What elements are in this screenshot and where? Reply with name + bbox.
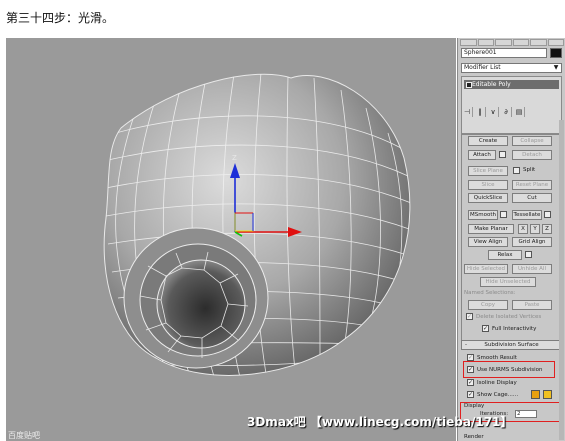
- modifier-stack[interactable]: Editable Poly: [461, 76, 562, 134]
- planar-x-button[interactable]: X: [518, 224, 528, 234]
- attach-list-icon[interactable]: [499, 151, 506, 158]
- render-group-label: Render: [464, 434, 484, 440]
- attach-button[interactable]: Attach: [468, 150, 496, 160]
- split-checkbox[interactable]: [513, 167, 520, 174]
- modify-tab-icon[interactable]: [477, 39, 494, 46]
- make-unique-icon[interactable]: ∨: [488, 107, 499, 117]
- subdivision-surface-title: Subdivision Surface: [484, 342, 539, 348]
- pin-stack-icon[interactable]: ⊣: [462, 107, 473, 117]
- collapse-minus-icon: -: [465, 342, 467, 348]
- modifier-list-label: Modifier List: [464, 64, 501, 71]
- msmooth-settings-icon[interactable]: [500, 211, 507, 218]
- detach-button[interactable]: Detach: [512, 150, 552, 160]
- create-button[interactable]: Create: [468, 136, 508, 146]
- full-interactivity-checkbox[interactable]: ✓: [482, 325, 489, 332]
- make-planar-button[interactable]: Make Planar: [468, 224, 514, 234]
- svg-text:Z: Z: [232, 154, 237, 162]
- tessellate-button[interactable]: Tessellate: [512, 210, 542, 220]
- smooth-result-checkbox[interactable]: ✓: [467, 354, 474, 361]
- paste-button[interactable]: Paste: [512, 300, 552, 310]
- subdivision-surface-rollout-header[interactable]: - Subdivision Surface: [461, 340, 562, 350]
- utilities-tab-icon[interactable]: [547, 39, 564, 46]
- stack-toolbar: ⊣ ‖ ∨ ∂ ▤: [461, 106, 562, 118]
- collapse-button[interactable]: Collapse: [512, 136, 552, 146]
- hierarchy-tab-icon[interactable]: [495, 39, 512, 46]
- relax-button[interactable]: Relax: [488, 250, 522, 260]
- configure-sets-icon[interactable]: ▤: [514, 107, 525, 117]
- command-panel: Sphere001 Modifier List ▼ Editable Poly …: [457, 38, 565, 441]
- cage-color-swatch[interactable]: [531, 390, 540, 399]
- viewport-scene: Z: [103, 73, 411, 376]
- quickslice-button[interactable]: QuickSlice: [468, 193, 508, 203]
- copy-button[interactable]: Copy: [468, 300, 508, 310]
- hide-selected-button[interactable]: Hide Selected: [464, 264, 508, 274]
- panel-tabs[interactable]: [460, 39, 564, 47]
- unhide-all-button[interactable]: Unhide All: [512, 264, 552, 274]
- show-cage-label: Show Cage......: [477, 392, 519, 398]
- delete-isolated-checkbox[interactable]: ✓: [466, 313, 473, 320]
- cage-selection-color-swatch[interactable]: [543, 390, 552, 399]
- tessellate-settings-icon[interactable]: [544, 211, 551, 218]
- tieba-logo: 百度贴吧: [8, 431, 40, 440]
- nurms-highlight: [463, 361, 555, 378]
- relax-settings-icon[interactable]: [525, 251, 532, 258]
- cut-button[interactable]: Cut: [512, 193, 552, 203]
- planar-y-button[interactable]: Y: [530, 224, 540, 234]
- slice-plane-button[interactable]: Slice Plane: [468, 166, 508, 176]
- display-tab-icon[interactable]: [530, 39, 547, 46]
- panel-scrollbar[interactable]: [559, 120, 564, 440]
- slice-button[interactable]: Slice: [468, 180, 508, 190]
- modifier-list-dropdown[interactable]: Modifier List ▼: [461, 63, 562, 73]
- named-selections-label: Named Selections:: [464, 290, 516, 296]
- view-align-button[interactable]: View Align: [468, 237, 508, 247]
- show-end-result-icon[interactable]: ‖: [475, 107, 486, 117]
- split-label: Split: [523, 167, 536, 173]
- perspective-viewport[interactable]: Z: [6, 38, 456, 441]
- object-color-swatch[interactable]: [550, 48, 562, 58]
- site-watermark: 3Dmax吧 【www.linecg.com/tieba/171】: [247, 415, 513, 429]
- grid-align-button[interactable]: Grid Align: [512, 237, 552, 247]
- full-interactivity-label: Full Interactivity: [492, 326, 537, 332]
- stack-item-editable-poly[interactable]: Editable Poly: [464, 80, 559, 89]
- msmooth-button[interactable]: MSmooth: [468, 210, 498, 220]
- hide-unselected-button[interactable]: Hide Unselected: [480, 277, 536, 287]
- create-tab-icon[interactable]: [460, 39, 477, 46]
- delete-isolated-label: Delete Isolated Vertices: [476, 314, 542, 320]
- motion-tab-icon[interactable]: [512, 39, 529, 46]
- isoline-display-checkbox[interactable]: ✓: [467, 379, 474, 386]
- planar-z-button[interactable]: Z: [542, 224, 552, 234]
- chevron-down-icon: ▼: [553, 64, 559, 71]
- step-caption: 第三十四步：光滑。: [6, 11, 115, 25]
- reset-plane-button[interactable]: Reset Plane: [512, 180, 552, 190]
- mesh-hole: [123, 227, 269, 369]
- object-name-field[interactable]: Sphere001: [461, 48, 547, 58]
- show-cage-checkbox[interactable]: ✓: [467, 391, 474, 398]
- isoline-display-label: Isoline Display: [477, 380, 517, 386]
- remove-modifier-icon[interactable]: ∂: [501, 107, 512, 117]
